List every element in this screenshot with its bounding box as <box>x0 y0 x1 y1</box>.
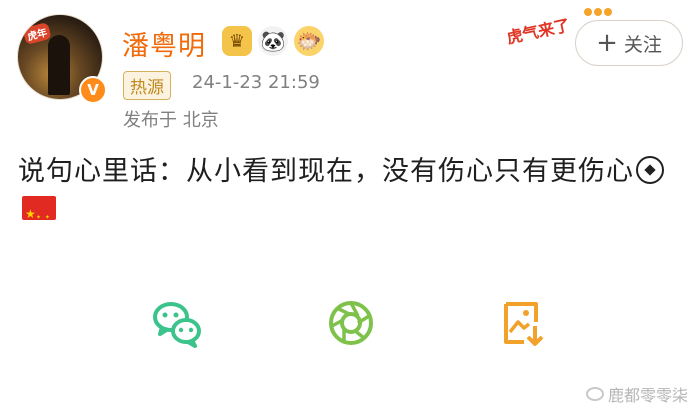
decoration-dots <box>584 8 612 16</box>
share-row <box>0 296 700 350</box>
avatar-figure <box>48 35 70 95</box>
china-flag-emoji-icon <box>22 195 56 237</box>
username[interactable]: 潘粤明 <box>122 24 206 63</box>
crown-badge-icon[interactable]: ♛ <box>222 26 252 56</box>
post-location: 发布于 北京 <box>123 110 219 131</box>
post-timestamp: 24-1-23 21:59 <box>192 72 320 93</box>
panda-badge-icon[interactable]: 🐼 <box>258 26 288 56</box>
avatar-container[interactable]: 虎年 V <box>17 10 107 104</box>
post-text: 说句心里话：从小看到现在，没有伤心只有更伤心 <box>18 156 634 187</box>
follow-button[interactable]: + 关注 <box>575 20 683 66</box>
weibo-logo-icon <box>585 387 604 401</box>
fish-badge-icon[interactable]: 🐡 <box>294 26 324 56</box>
decoration-sticker-text: 虎气来了 <box>505 15 572 48</box>
follow-label: 关注 <box>623 33 662 56</box>
watermark-text: 鹿都零零柒 <box>607 386 688 405</box>
avatar-sticker: 虎年 <box>22 21 52 46</box>
hot-source-tag[interactable]: 热源 <box>123 71 171 100</box>
watermark: 鹿都零零柒 <box>585 382 688 406</box>
moments-share-icon[interactable] <box>324 296 378 350</box>
soccer-ball-emoji-icon <box>636 155 664 184</box>
save-image-icon[interactable] <box>496 296 550 350</box>
plus-icon: + <box>596 28 618 58</box>
verified-icon: V <box>79 76 107 104</box>
user-badges: ♛ 🐼 🐡 <box>222 26 324 56</box>
post-body: 说句心里话：从小看到现在，没有伤心只有更伤心 <box>18 153 678 237</box>
wechat-share-icon[interactable] <box>150 296 204 350</box>
